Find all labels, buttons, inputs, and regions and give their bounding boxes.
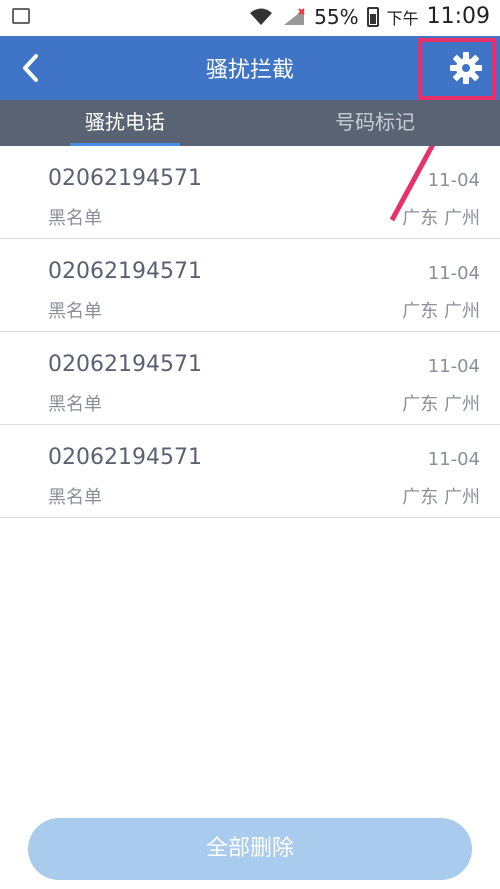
call-date: 11-04 xyxy=(427,170,480,191)
block-tag: 黑名单 xyxy=(48,208,102,229)
block-tag: 黑名单 xyxy=(48,394,102,415)
block-tag: 黑名单 xyxy=(48,301,102,322)
tab-bar: 骚扰电话 号码标记 xyxy=(0,100,500,146)
call-date: 11-04 xyxy=(427,449,480,470)
battery-icon xyxy=(366,6,379,27)
caller-location: 广东 广州 xyxy=(402,301,480,322)
block-tag: 黑名单 xyxy=(48,487,102,508)
image-notification-icon xyxy=(12,8,30,24)
wifi-icon xyxy=(250,8,273,25)
caller-location: 广东 广州 xyxy=(402,394,480,415)
tab-number-marks[interactable]: 号码标记 xyxy=(250,100,500,146)
phone-number: 02062194571 xyxy=(48,166,202,191)
phone-number: 02062194571 xyxy=(48,445,202,470)
status-indicators: 55% 下午 11:09 xyxy=(248,4,490,29)
call-date: 11-04 xyxy=(427,356,480,377)
phone-number: 02062194571 xyxy=(48,259,202,284)
list-item[interactable]: 02062194571 11-04 黑名单 广东 广州 xyxy=(0,425,500,518)
clock: 11:09 xyxy=(426,4,490,29)
delete-all-button[interactable]: 全部删除 xyxy=(28,818,472,880)
blocked-call-list: 02062194571 11-04 黑名单 广东 广州 02062194571 … xyxy=(0,146,500,518)
battery-percent: 55% xyxy=(314,4,359,29)
list-item[interactable]: 02062194571 11-04 黑名单 广东 广州 xyxy=(0,332,500,425)
call-date: 11-04 xyxy=(427,263,480,284)
status-bar: 55% 下午 11:09 xyxy=(0,0,500,36)
caller-location: 广东 广州 xyxy=(402,487,480,508)
tab-harassing-calls[interactable]: 骚扰电话 xyxy=(0,100,250,146)
phone-number: 02062194571 xyxy=(48,352,202,377)
list-item[interactable]: 02062194571 11-04 黑名单 广东 广州 xyxy=(0,146,500,239)
signal-icon xyxy=(284,7,305,25)
time-ampm: 下午 xyxy=(386,8,419,28)
list-item[interactable]: 02062194571 11-04 黑名单 广东 广州 xyxy=(0,239,500,332)
caller-location: 广东 广州 xyxy=(402,208,480,229)
settings-highlight-box xyxy=(418,38,496,100)
